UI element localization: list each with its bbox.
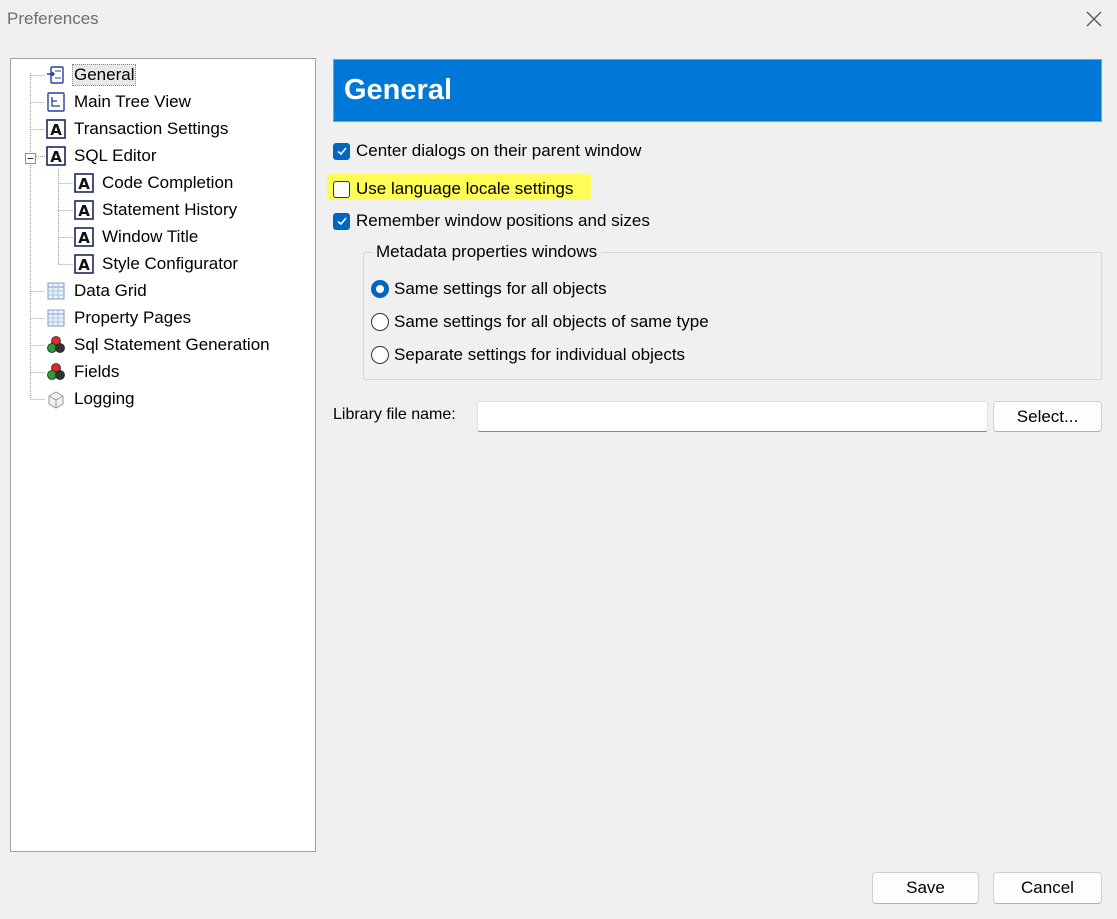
preferences-tree[interactable]: General Main Tree View A Transaction Set… [10,58,316,852]
tree-item-code-completion[interactable]: A Code Completion [73,171,235,195]
checkbox-label: Center dialogs on their parent window [356,141,642,160]
general-page-icon [45,64,67,86]
svg-text:A: A [78,229,90,247]
checkbox-checked-icon[interactable] [333,142,350,160]
use-language-locale-checkbox[interactable]: Use language locale settings [333,179,573,199]
collapse-icon[interactable] [25,151,36,164]
tree-item-label: Property Pages [74,308,192,327]
title-bar: Preferences [0,0,1117,38]
close-icon[interactable] [1083,8,1105,30]
tree-item-label: General [72,64,137,86]
page-title: General [344,74,452,106]
tree-item-general[interactable]: General [45,63,137,87]
save-button[interactable]: Save [872,872,979,904]
tree-item-label: Logging [74,389,135,408]
tree-item-sql-editor[interactable]: A SQL Editor [45,144,159,168]
box-icon [45,388,67,410]
preferences-dialog: Preferences General Main Tree View A Tra… [0,0,1117,919]
tree-item-data-grid[interactable]: Data Grid [45,279,149,303]
radio-same-type[interactable]: Same settings for all objects of same ty… [371,312,709,332]
grid-icon [45,307,67,329]
letter-a-icon: A [73,172,95,194]
cancel-button[interactable]: Cancel [993,872,1102,904]
svg-text:A: A [78,175,90,193]
svg-text:A: A [78,202,90,220]
tree-item-statement-history[interactable]: A Statement History [73,198,239,222]
grid-icon [45,280,67,302]
letter-a-icon: A [73,226,95,248]
svg-text:A: A [50,148,62,166]
tree-item-property-pages[interactable]: Property Pages [45,306,193,330]
tree-item-window-title[interactable]: A Window Title [73,225,200,249]
select-button[interactable]: Select... [993,401,1102,432]
tree-item-main-tree-view[interactable]: Main Tree View [45,90,193,114]
radio-label: Separate settings for individual objects [394,345,686,364]
letter-a-icon: A [73,253,95,275]
tree-item-label: Style Configurator [102,254,239,273]
library-file-label: Library file name: [333,406,456,423]
shapes-icon [45,361,67,383]
checkbox-unchecked-icon[interactable] [333,180,350,198]
radio-label: Same settings for all objects of same ty… [394,312,709,331]
checkbox-label: Use language locale settings [356,179,574,198]
svg-text:A: A [78,256,90,274]
radio-same-all-objects[interactable]: Same settings for all objects [371,279,607,299]
tree-item-style-configurator[interactable]: A Style Configurator [73,252,240,276]
center-dialogs-checkbox[interactable]: Center dialogs on their parent window [333,141,641,161]
tree-item-label: Transaction Settings [74,119,229,138]
tree-item-label: Statement History [102,200,238,219]
svg-text:A: A [50,121,62,139]
letter-a-icon: A [45,118,67,140]
radio-label: Same settings for all objects [394,279,607,298]
tree-item-label: SQL Editor [74,146,157,165]
tree-item-fields[interactable]: Fields [45,360,121,384]
radio-unselected-icon[interactable] [371,346,389,364]
tree-item-label: Sql Statement Generation [74,335,270,354]
checkbox-checked-icon[interactable] [333,212,350,230]
radio-selected-icon[interactable] [371,280,389,298]
tree-item-logging[interactable]: Logging [45,387,137,411]
remember-window-positions-checkbox[interactable]: Remember window positions and sizes [333,211,650,231]
tree-item-transaction-settings[interactable]: A Transaction Settings [45,117,230,141]
tree-item-label: Main Tree View [74,92,191,111]
radio-unselected-icon[interactable] [371,313,389,331]
tree-item-label: Fields [74,362,120,381]
shapes-icon [45,334,67,356]
letter-a-icon: A [73,199,95,221]
tree-item-label: Code Completion [102,173,234,192]
tree-item-label: Data Grid [74,281,147,300]
group-title: Metadata properties windows [372,242,602,262]
tree-item-sql-statement-generation[interactable]: Sql Statement Generation [45,333,272,357]
letter-a-icon: A [45,145,67,167]
tree-view-icon [45,91,67,113]
radio-separate-individual[interactable]: Separate settings for individual objects [371,345,685,365]
checkbox-label: Remember window positions and sizes [356,211,650,230]
window-title: Preferences [7,9,99,28]
library-file-input[interactable] [477,401,988,432]
page-header-banner: General [333,59,1102,122]
tree-item-label: Window Title [102,227,199,246]
